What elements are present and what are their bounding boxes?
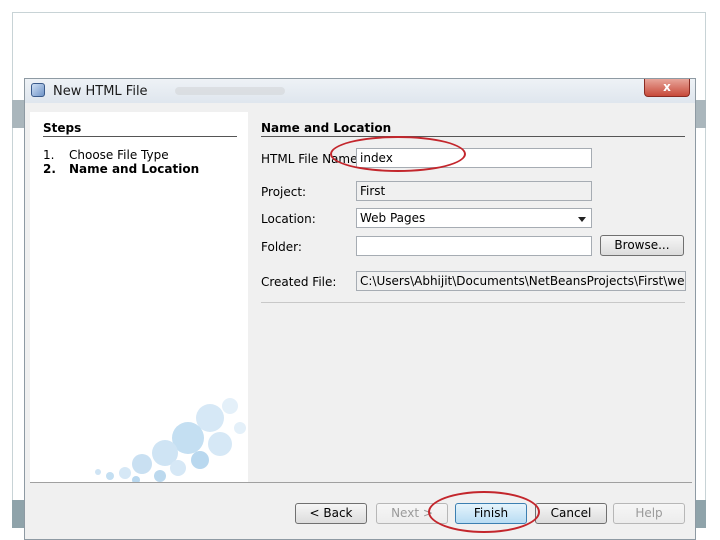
created-file-field: C:\Users\Abhijit\Documents\NetBeansProje… (356, 271, 686, 291)
steps-divider (43, 136, 237, 137)
browse-button[interactable]: Browse... (600, 235, 684, 256)
project-field: First (356, 181, 592, 201)
close-button[interactable]: x (644, 79, 690, 97)
netbeans-file-icon (31, 83, 45, 97)
dialog-titlebar[interactable]: New HTML File x (25, 79, 695, 103)
file-name-input[interactable]: index (356, 148, 592, 168)
folder-label: Folder: (261, 240, 302, 254)
step-item-choose-file-type: 1. Choose File Type (43, 148, 169, 162)
next-button[interactable]: Next > (376, 503, 448, 524)
form-panel: Name and Location HTML File Name: index … (248, 112, 692, 482)
button-bar-divider (30, 482, 692, 483)
folder-input[interactable] (356, 236, 592, 256)
steps-panel: Steps 1. Choose File Type 2. Name and Loca… (30, 112, 248, 482)
created-file-label: Created File: (261, 275, 337, 289)
decorative-bubbles (95, 398, 246, 482)
step-label: Name and Location (69, 162, 200, 176)
dialog-title: New HTML File (53, 84, 148, 99)
close-icon: x (663, 80, 671, 94)
steps-heading: Steps (43, 121, 82, 135)
step-number: 1. (43, 148, 55, 162)
step-number: 2. (43, 162, 56, 176)
form-separator (261, 302, 685, 303)
title-blur (175, 87, 285, 95)
location-value: Web Pages (360, 211, 426, 225)
help-button[interactable]: Help (613, 503, 685, 524)
cancel-button[interactable]: Cancel (535, 503, 607, 524)
location-label: Location: (261, 212, 316, 226)
new-html-file-dialog: New HTML File x Steps 1. Choose File Type… (24, 78, 696, 540)
section-title: Name and Location (261, 121, 392, 135)
dropdown-arrow-icon[interactable] (578, 217, 586, 222)
project-label: Project: (261, 185, 307, 199)
step-label: Choose File Type (69, 148, 169, 162)
section-divider (261, 136, 685, 137)
back-button[interactable]: < Back (295, 503, 367, 524)
finish-button[interactable]: Finish (455, 503, 527, 524)
location-select[interactable]: Web Pages (356, 208, 592, 228)
step-item-name-and-location: 2. Name and Location (43, 162, 199, 176)
file-name-label: HTML File Name: (261, 152, 362, 166)
